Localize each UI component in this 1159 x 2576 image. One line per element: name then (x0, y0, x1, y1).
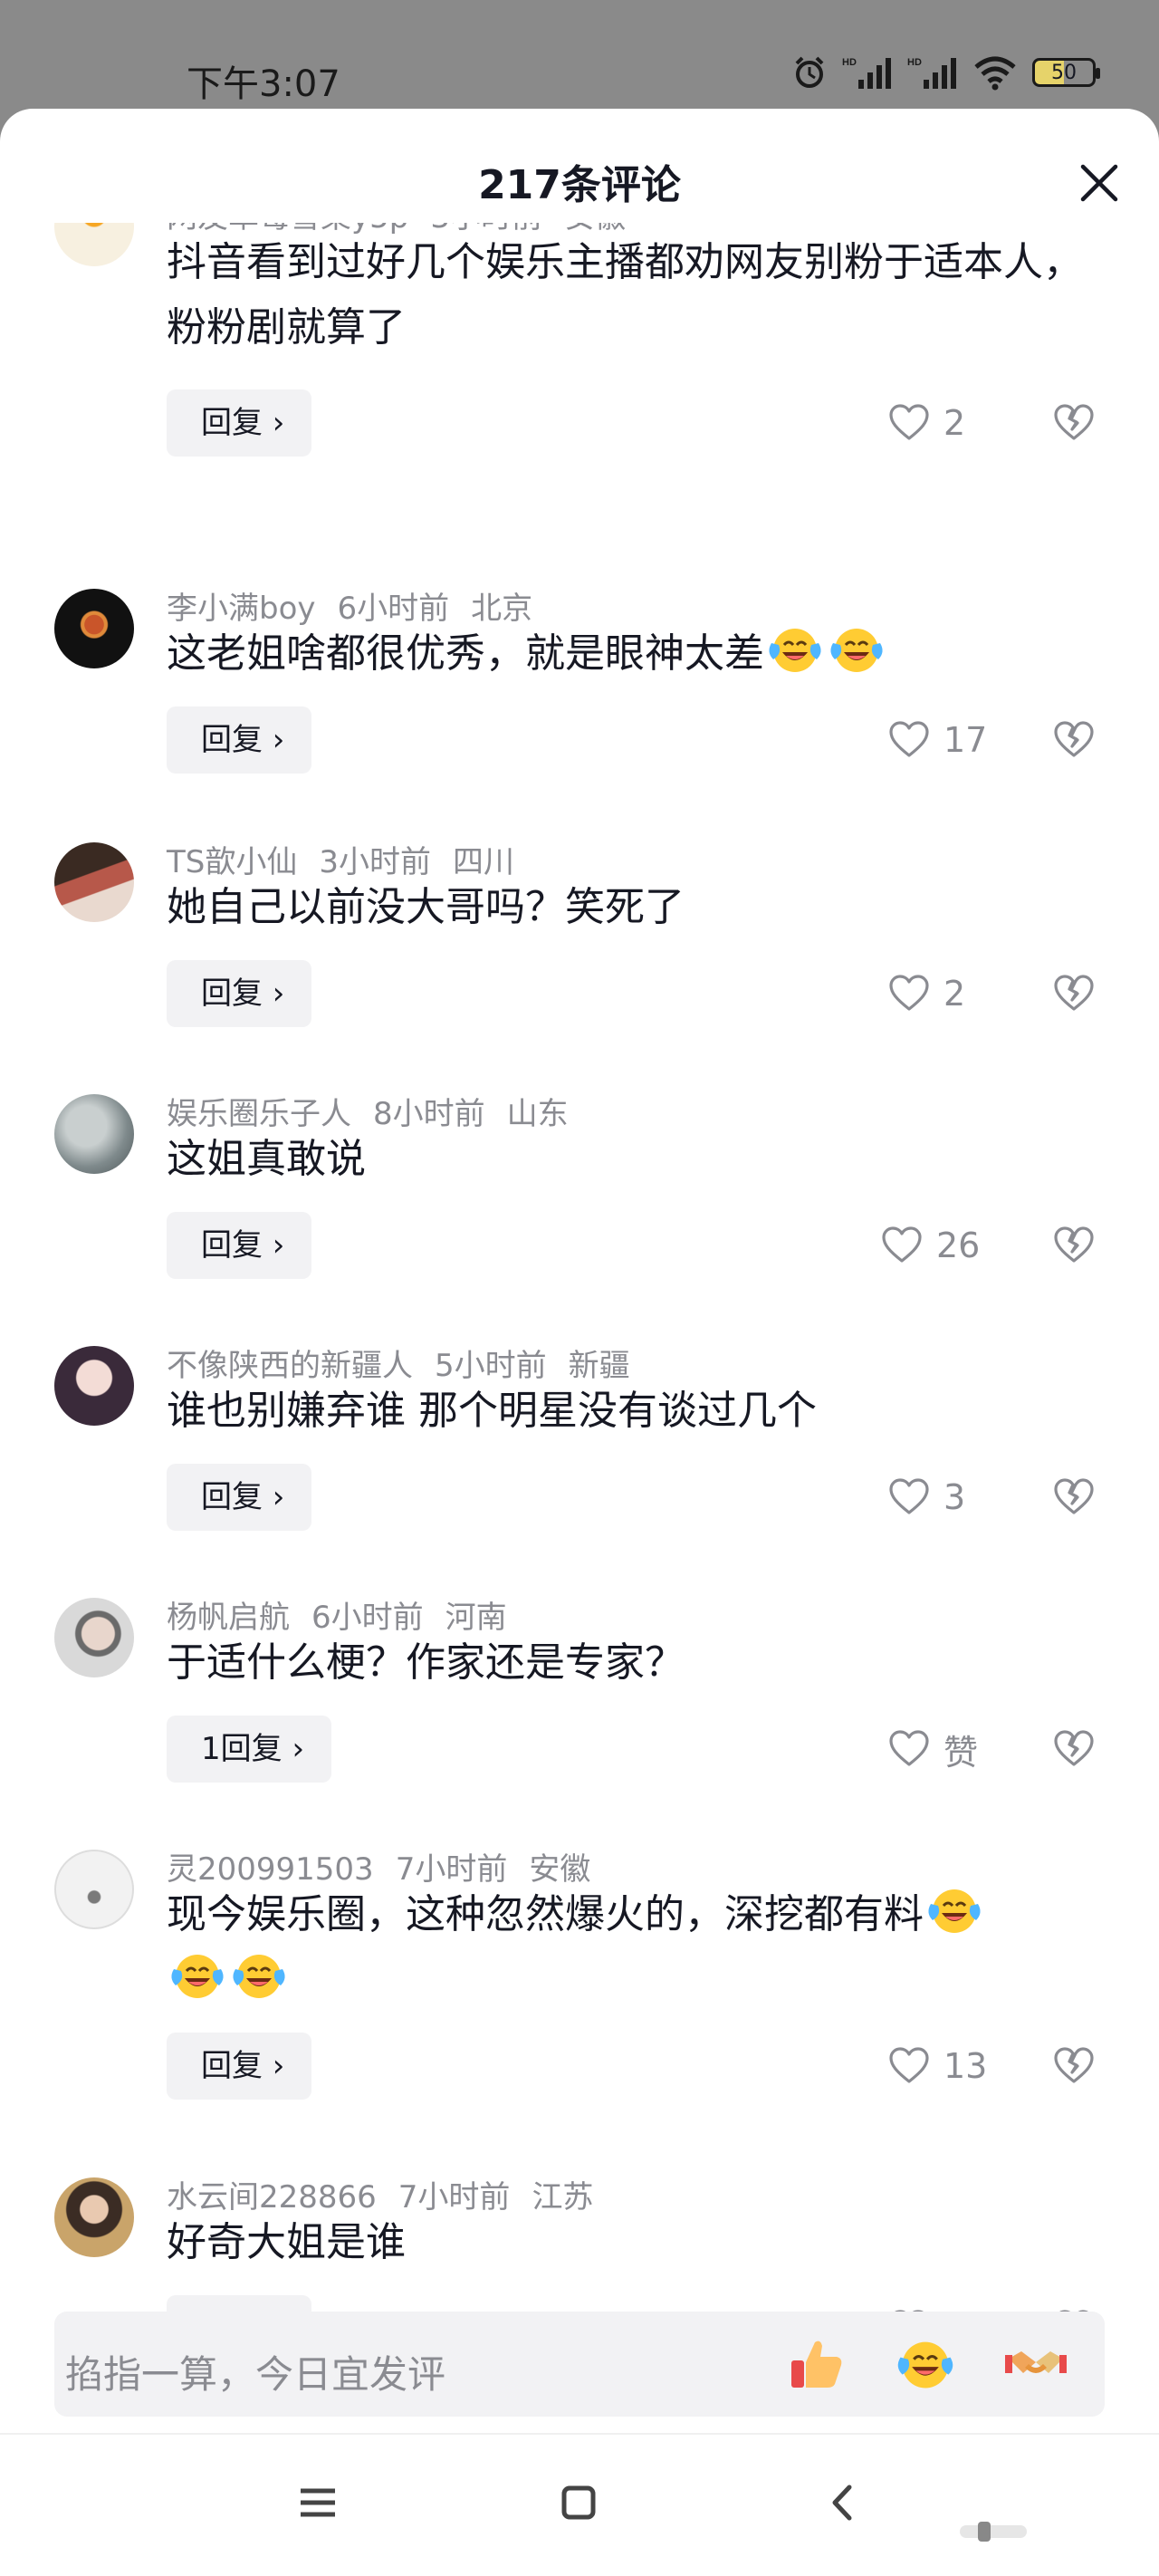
like-button[interactable]: 2 (887, 960, 965, 1027)
like-count: 2 (943, 403, 966, 443)
like-button[interactable]: 13 (887, 2033, 987, 2100)
laughing-tears-emoji[interactable] (893, 2331, 958, 2397)
comment-text: 好奇大姐是谁 (167, 2219, 406, 2265)
battery-icon: 50 (1032, 58, 1100, 87)
laughing-tears-emoji (764, 623, 826, 676)
handshake-emoji[interactable] (1003, 2331, 1068, 2397)
status-icons: HD HD 50 (791, 54, 1100, 91)
broken-heart-icon[interactable] (1052, 1716, 1097, 1783)
reply-button[interactable]: 回复 › (167, 960, 312, 1027)
avatar[interactable] (54, 1346, 134, 1426)
menu-icon[interactable] (295, 2480, 340, 2525)
avatar[interactable] (54, 1094, 134, 1174)
comment-text-body: 现今娱乐圈，这种忽然爆火的，深挖都有料 (167, 1891, 924, 1937)
heart-icon (880, 1224, 924, 1267)
sheet-header: 217条评论 (0, 109, 1159, 223)
signal-icon: HD (842, 54, 893, 91)
broken-heart-icon[interactable] (1052, 960, 1097, 1027)
reply-button[interactable]: 回复 › (167, 389, 312, 457)
heart-icon (887, 1727, 931, 1771)
laughing-tears-emoji (167, 1949, 228, 2002)
like-count: 赞 (943, 1732, 979, 1773)
system-nav-bar (0, 2433, 1159, 2574)
like-button[interactable]: 17 (887, 706, 987, 774)
like-count: 3 (943, 1477, 966, 1517)
avatar[interactable] (54, 1598, 134, 1677)
comment-count-title: 217条评论 (478, 162, 681, 208)
comment-text-body: 这老姐啥都很优秀，就是眼神太差 (167, 630, 764, 677)
heart-icon (887, 972, 931, 1015)
close-icon[interactable] (1076, 159, 1123, 207)
broken-heart-icon[interactable] (1052, 2033, 1097, 2100)
reply-button[interactable]: 回复 › (167, 706, 312, 774)
reply-button[interactable]: 回复 › (167, 1212, 312, 1279)
heart-icon (887, 1475, 931, 1519)
like-count: 2 (943, 974, 966, 1014)
like-button[interactable]: 3 (887, 1464, 965, 1531)
comment-text: 谁也别嫌弃谁 那个明星没有谈过几个 (167, 1388, 817, 1434)
broken-heart-icon[interactable] (1052, 389, 1097, 457)
avatar[interactable] (54, 2177, 134, 2257)
comment-text: 她自己以前没大哥吗？笑死了 (167, 884, 685, 930)
heart-icon (887, 718, 931, 762)
signal-icon-2: HD (907, 54, 958, 91)
svg-text:HD: HD (842, 57, 857, 68)
like-button[interactable]: 26 (880, 1212, 980, 1279)
avatar[interactable] (54, 589, 134, 668)
comment-input[interactable]: 掐指一算，今日宜发评 (54, 2312, 1105, 2417)
comment-text: 这老姐啥都很优秀，就是眼神太差 (167, 621, 1108, 687)
home-icon[interactable] (556, 2480, 601, 2525)
status-bar: 下午3:07 HD HD 50 (0, 0, 1159, 116)
laughing-tears-emoji (228, 1949, 290, 2002)
reply-button[interactable]: 回复 › (167, 2033, 312, 2100)
alarm-icon (791, 54, 828, 91)
comments-sheet: 217条评论 网友草莓雪菜y5p3小时前安徽 抖音看到过好几个娱乐主播都劝网友别… (0, 109, 1159, 2576)
status-time: 下午3:07 (187, 63, 340, 105)
avatar[interactable] (54, 842, 134, 922)
like-count: 17 (943, 720, 988, 760)
broken-heart-icon[interactable] (1052, 1212, 1097, 1279)
comment-text: 现今娱乐圈，这种忽然爆火的，深挖都有料 (167, 1882, 1108, 2013)
reply-button[interactable]: 回复 › (167, 1464, 312, 1531)
comment-text: 于适什么梗？作家还是专家？ (167, 1639, 685, 1686)
avatar[interactable] (54, 1850, 134, 1929)
avatar[interactable] (54, 223, 134, 266)
heart-icon (887, 2044, 931, 2088)
broken-heart-icon[interactable] (1052, 1464, 1097, 1531)
comment-input-placeholder: 掐指一算，今日宜发评 (65, 2352, 446, 2397)
like-button[interactable]: 赞 (887, 1716, 978, 1783)
svg-text:HD: HD (907, 57, 922, 68)
laughing-tears-emoji (924, 1884, 985, 1937)
like-count: 13 (943, 2046, 988, 2086)
wifi-icon (972, 54, 1018, 91)
like-button[interactable]: 2 (887, 389, 965, 457)
thumbs-up-emoji[interactable] (784, 2331, 849, 2397)
reply-button[interactable]: 1回复 › (167, 1716, 332, 1783)
heart-icon (887, 401, 931, 445)
like-count: 26 (936, 1226, 981, 1265)
comment-text: 抖音看到过好几个娱乐主播都劝网友别粉于适本人，粉粉剧就算了 (167, 239, 1083, 351)
comment-text: 这姐真敢说 (167, 1136, 366, 1182)
comment-list[interactable]: 网友草莓雪菜y5p3小时前安徽 抖音看到过好几个娱乐主播都劝网友别粉于适本人，粉… (0, 223, 1159, 2397)
back-icon[interactable] (820, 2480, 866, 2525)
home-indicator-icon (960, 2522, 1027, 2542)
laughing-tears-emoji (826, 623, 887, 676)
broken-heart-icon[interactable] (1052, 706, 1097, 774)
